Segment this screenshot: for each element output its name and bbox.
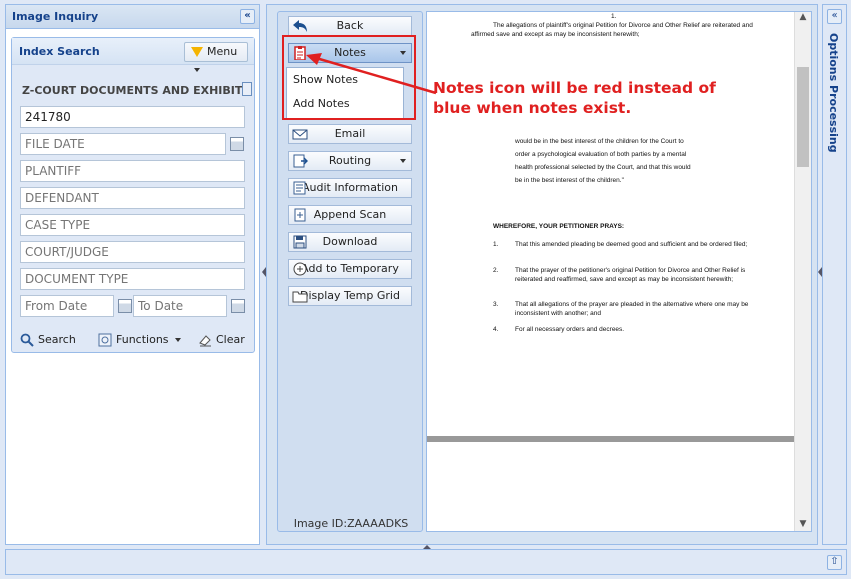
annotation-line-2: blue when notes exist. (433, 99, 632, 117)
callout-arrow-icon (306, 53, 437, 95)
image-inquiry-header: Image Inquiry « (6, 5, 259, 29)
funnel-icon (191, 47, 203, 57)
index-search-header: Index Search Menu (12, 38, 254, 72)
add-circle-icon (293, 262, 307, 276)
back-button[interactable]: Back (288, 16, 412, 36)
document-icon (242, 82, 252, 96)
email-label: Email (334, 127, 366, 140)
email-button[interactable]: Email (288, 124, 412, 144)
document-scrollbar[interactable]: ▲ ▼ (794, 12, 811, 531)
expand-right-icon[interactable]: « (827, 9, 842, 24)
routing-button[interactable]: Routing (288, 151, 412, 171)
file-date-input[interactable] (20, 133, 226, 155)
prayer-item-number: 2. (493, 267, 499, 274)
chevron-down-icon (175, 338, 182, 342)
back-label: Back (336, 19, 364, 32)
page-separator (427, 436, 794, 442)
plantiff-input[interactable] (20, 160, 245, 182)
audit-information-button[interactable]: Audit Information (288, 178, 412, 198)
append-scan-icon (294, 208, 306, 222)
chevron-down-icon (400, 159, 406, 163)
eraser-icon (199, 335, 211, 347)
scrollbar-thumb[interactable] (797, 67, 809, 167)
prayer-heading: WHEREFORE, YOUR PETITIONER PRAYS: (493, 223, 625, 230)
index-search-title: Index Search (19, 45, 100, 58)
image-inquiry-title: Image Inquiry (12, 10, 99, 23)
clear-label: Clear (216, 333, 245, 346)
doc-line: be in the best interest of the children.… (515, 177, 624, 184)
menu-button[interactable]: Menu (184, 42, 248, 72)
expand-bottom-icon[interactable]: ⇧ (827, 555, 842, 570)
index-search-box: Index Search Menu Z-COURT DOCUMENTS AND … (11, 37, 255, 353)
prayer-item-text: That all allegations of the prayer are p… (515, 301, 749, 317)
options-processing-title[interactable]: Options Processing (827, 33, 840, 153)
splitter-up-arrow-icon[interactable] (420, 544, 434, 550)
prayer-item-text: That the prayer of the petitioner's orig… (515, 267, 746, 283)
document-id-input[interactable] (20, 106, 245, 128)
prayer-item-text: That this amended pleading be deemed goo… (515, 241, 748, 248)
display-temp-grid-button[interactable]: Display Temp Grid (288, 286, 412, 306)
calendar-icon[interactable] (118, 299, 132, 313)
download-label: Download (322, 235, 378, 248)
menu-label: Menu (207, 45, 238, 58)
calendar-icon[interactable] (231, 299, 245, 313)
search-button[interactable]: Search (20, 332, 76, 348)
scroll-down-icon[interactable]: ▼ (795, 519, 811, 531)
from-date-input[interactable] (20, 295, 114, 317)
back-arrow-icon (293, 20, 307, 32)
doc-paragraph-1: The allegations of plaintiff's original … (471, 22, 753, 38)
doc-line: order a psychological evaluation of both… (515, 151, 687, 158)
append-scan-label: Append Scan (313, 208, 387, 221)
page-number: 1. (611, 13, 617, 20)
display-temp-grid-label: Display Temp Grid (300, 289, 400, 302)
prayer-item-text: For all necessary orders and decrees. (515, 326, 625, 333)
floppy-disk-icon (293, 235, 307, 249)
image-inquiry-panel: Image Inquiry « Index Search Menu Z-COUR… (5, 4, 260, 545)
audit-icon (293, 181, 306, 195)
annotation-line-1: Notes icon will be red instead of (433, 79, 716, 97)
functions-button[interactable]: Functions (98, 332, 182, 348)
append-scan-button[interactable]: Append Scan (288, 205, 412, 225)
to-date-input[interactable] (133, 295, 227, 317)
search-label: Search (38, 333, 76, 346)
scroll-up-icon[interactable]: ▲ (795, 12, 811, 26)
defendant-input[interactable] (20, 187, 245, 209)
prayer-item-number: 1. (493, 241, 499, 248)
routing-label: Routing (328, 154, 372, 167)
section-title: Z-COURT DOCUMENTS AND EXHIBITS (22, 84, 251, 97)
search-icon (20, 333, 34, 347)
add-to-temporary-button[interactable]: Add to Temporary (288, 259, 412, 279)
clear-button[interactable]: Clear (198, 332, 245, 348)
audit-information-label: Audit Information (301, 181, 399, 194)
add-to-temporary-label: Add to Temporary (301, 262, 399, 275)
download-button[interactable]: Download (288, 232, 412, 252)
calendar-icon[interactable] (230, 137, 244, 151)
folder-icon (292, 291, 308, 303)
prayer-item-number: 3. (493, 301, 499, 308)
annotation-text: Notes icon will be red instead of blue w… (433, 78, 716, 118)
court-judge-input[interactable] (20, 241, 245, 263)
image-id-label: Image ID:ZAAAADKS (293, 517, 409, 530)
doc-line: would be in the best interest of the chi… (515, 138, 684, 145)
bottom-panel: ⇧ (5, 545, 847, 575)
options-processing-panel: « Options Processing (822, 4, 847, 545)
collapse-left-icon[interactable]: « (240, 9, 255, 24)
document-page: 1. The allegations of plaintiff's origin… (431, 12, 795, 435)
case-type-input[interactable] (20, 214, 245, 236)
routing-icon (293, 154, 308, 168)
functions-icon (98, 333, 112, 347)
doc-line: health professional selected by the Cour… (515, 164, 691, 171)
prayer-item-number: 4. (493, 326, 499, 333)
functions-label: Functions (116, 333, 169, 346)
chevron-down-icon (194, 68, 200, 72)
email-icon (292, 129, 308, 140)
document-type-input[interactable] (20, 268, 245, 290)
